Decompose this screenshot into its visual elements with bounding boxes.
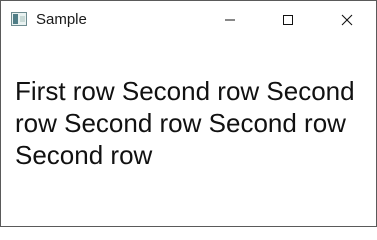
title-bar[interactable]: Sample [1,1,376,38]
sample-window: Sample First row Second row Second row S… [0,0,377,227]
minimize-button[interactable] [201,1,259,38]
sample-text-block: First row Second row Second row Second r… [15,76,355,170]
close-icon [341,14,353,25]
maximize-button[interactable] [259,1,317,38]
close-button[interactable] [318,1,376,38]
application-window-icon [11,12,27,26]
minimize-icon [225,19,235,20]
maximize-icon [283,14,293,25]
window-title: Sample [36,11,87,28]
